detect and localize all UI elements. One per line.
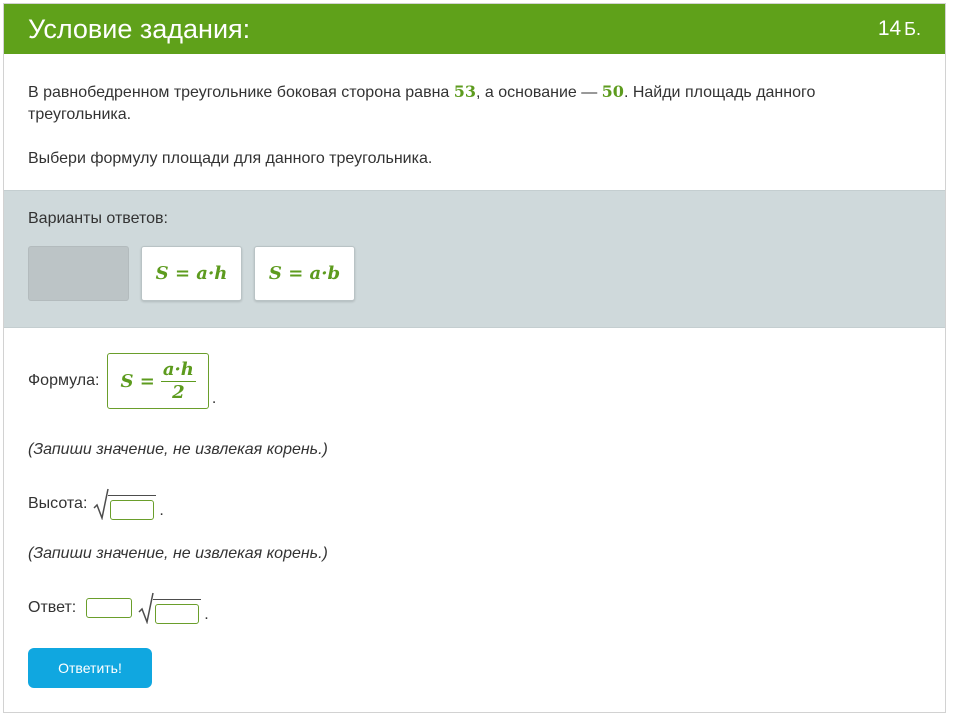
problem-text-part2: , а основание — [476, 84, 602, 101]
formula-numerator: a·h [160, 358, 196, 382]
variant-option-ah[interactable]: S = a·h [141, 246, 242, 301]
formula-lhs: S = [120, 370, 155, 392]
answer-row: Ответ: . [28, 590, 209, 626]
problem-text: В равнобедренном треугольнике боковая ст… [28, 81, 908, 126]
answer-radicand [153, 599, 202, 624]
answer-label: Ответ: [28, 599, 77, 616]
base-value: 50 [601, 82, 624, 101]
points-badge: 14 Б. [878, 17, 921, 41]
formula-fraction: a·h 2 [160, 358, 196, 403]
variant-option-ab[interactable]: S = a·b [254, 246, 355, 301]
task-title: Условие задания: [28, 13, 251, 44]
variants-label: Варианты ответов: [28, 210, 168, 227]
formula-denominator: 2 [172, 381, 185, 403]
height-period: . [159, 502, 164, 519]
sqrt-icon [138, 592, 202, 624]
problem-text-part1: В равнобедренном треугольнике боковая ст… [28, 84, 454, 101]
task-panel: Условие задания: 14 Б. В равнобедренном т… [3, 3, 946, 713]
answer-radicand-input[interactable] [155, 604, 200, 624]
height-row: Высота: . [28, 486, 164, 522]
answer-period: . [204, 606, 209, 623]
instruction-text: Выбери формулу площади для данного треуг… [28, 150, 433, 167]
hint-text-height: (Запиши значение, не извлекая корень.) [28, 441, 328, 458]
sqrt-icon [93, 488, 157, 520]
formula-label: Формула: [28, 372, 100, 389]
height-label: Высота: [28, 495, 88, 512]
height-radicand [108, 495, 157, 520]
formula-drop-slot[interactable]: S = a·h 2 [107, 353, 209, 409]
height-input[interactable] [110, 500, 155, 520]
side-value: 53 [453, 82, 477, 101]
answer-coefficient-input[interactable] [86, 598, 133, 618]
answer-variants-panel: Варианты ответов: S = a·h S = a·b [4, 190, 945, 328]
empty-variant-slot [28, 246, 129, 301]
submit-button[interactable]: Ответить! [28, 648, 152, 688]
points-unit: Б. [904, 19, 921, 39]
task-statement: В равнобедренном треугольнике боковая ст… [28, 81, 908, 170]
variant-option-ab-text: S = a·b [268, 263, 341, 284]
formula-period: . [211, 390, 217, 407]
hint-text-answer: (Запиши значение, не извлекая корень.) [28, 545, 328, 562]
points-value: 14 [877, 17, 902, 40]
formula-row: Формула: S = a·h 2 . [28, 352, 216, 410]
task-header: Условие задания: 14 Б. [4, 4, 945, 54]
variant-option-ah-text: S = a·h [155, 263, 228, 284]
